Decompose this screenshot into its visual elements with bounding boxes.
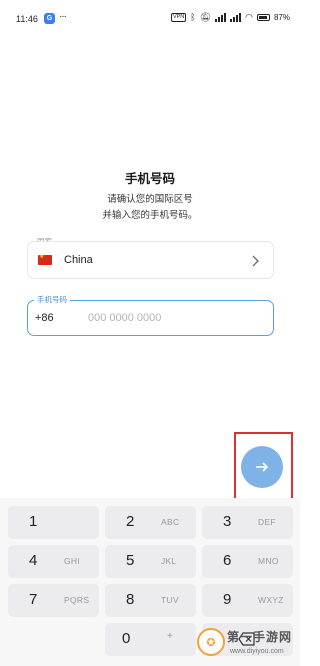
- phone-number-input[interactable]: [88, 309, 258, 327]
- key-1[interactable]: 1: [8, 506, 99, 539]
- mute-bell-icon: 🔕︎: [199, 12, 212, 22]
- key-7[interactable]: 7 PQRS: [8, 584, 99, 617]
- key-letters: MNO: [258, 556, 279, 566]
- phone-label: 手机号码: [34, 294, 70, 305]
- key-digit: 7: [29, 591, 38, 608]
- watermark-name: 第一手游网: [227, 630, 293, 644]
- vpn-icon: VPN: [170, 12, 187, 22]
- signal-icon: [215, 12, 227, 22]
- key-4[interactable]: 4 GHI: [8, 545, 99, 578]
- country-code: +86: [35, 312, 54, 324]
- app-notification-icon: G: [44, 13, 55, 24]
- key-digit: 0: [122, 630, 131, 647]
- key-letters: JKL: [161, 556, 177, 566]
- battery-percent: 87%: [273, 12, 290, 22]
- key-digit: 5: [126, 552, 135, 569]
- key-6[interactable]: 6 MNO: [202, 545, 293, 578]
- status-bar: 11:46 G ··· VPN ᛒ 🔕︎ ◠ 87%: [0, 0, 300, 38]
- gamepad-logo-icon: ✪: [197, 628, 225, 656]
- more-notifications-icon: ···: [59, 11, 67, 22]
- key-digit: 3: [223, 513, 232, 530]
- key-9[interactable]: 9 WXYZ: [202, 584, 293, 617]
- status-icons: VPN ᛒ 🔕︎ ◠ 87%: [170, 12, 290, 22]
- key-8[interactable]: 8 TUV: [105, 584, 196, 617]
- key-0[interactable]: 0 +: [105, 623, 196, 656]
- wifi-icon: ◠: [245, 12, 253, 22]
- country-value: China: [64, 254, 93, 266]
- page-title: 手机号码: [124, 171, 175, 186]
- key-3[interactable]: 3 DEF: [202, 506, 293, 539]
- key-digit: 8: [126, 591, 135, 608]
- key-digit: 1: [29, 513, 38, 530]
- key-letters: DEF: [258, 517, 276, 527]
- chevron-right-icon: [252, 255, 259, 267]
- signal-2-icon: [230, 12, 242, 22]
- key-letters: TUV: [161, 595, 179, 605]
- instruction-line-1: 请确认您的国际区号: [107, 194, 193, 205]
- status-time: 11:46: [16, 14, 38, 24]
- bluetooth-icon: ᛒ: [190, 12, 196, 22]
- key-letters: ABC: [161, 517, 180, 527]
- watermark-url: www.diyiyou.com: [230, 648, 284, 655]
- country-selector[interactable]: China: [27, 241, 274, 279]
- key-2[interactable]: 2 ABC: [105, 506, 196, 539]
- key-letters: PQRS: [64, 595, 90, 605]
- china-flag-icon: [38, 253, 52, 265]
- key-letters: GHI: [64, 556, 81, 566]
- key-5[interactable]: 5 JKL: [105, 545, 196, 578]
- instruction-line-2: 并输入您的手机号码。: [102, 210, 198, 221]
- watermark: ✪ 第一手游网 www.diyiyou.com: [197, 624, 297, 664]
- key-digit: 4: [29, 552, 38, 569]
- battery-icon: [256, 13, 270, 21]
- arrow-right-icon: [256, 462, 269, 472]
- next-button[interactable]: [241, 446, 283, 488]
- key-letters: +: [167, 631, 174, 642]
- key-digit: 9: [223, 591, 232, 608]
- key-digit: 2: [126, 513, 135, 530]
- key-letters: WXYZ: [258, 595, 284, 605]
- key-digit: 6: [223, 552, 232, 569]
